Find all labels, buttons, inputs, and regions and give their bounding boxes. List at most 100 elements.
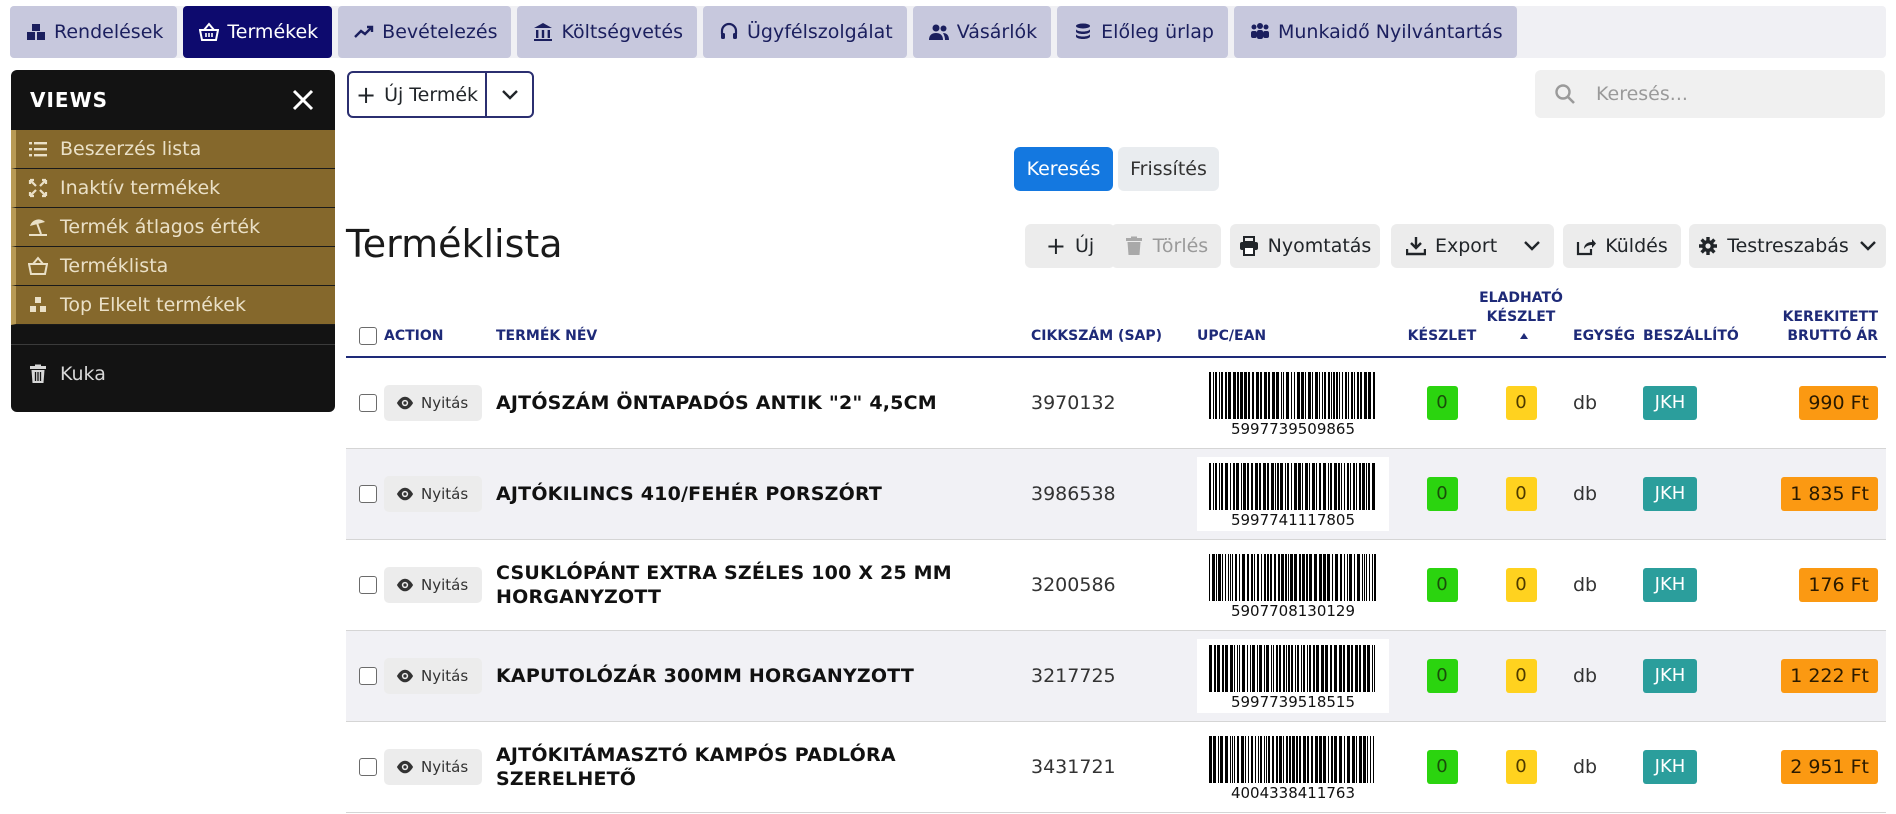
table-row[interactable]: Nyitás KAPUTOLÓZÁR 300MM HORGANYZOTT 321…	[346, 630, 1886, 722]
column-header-name[interactable]: TERMÉK NÉV	[496, 280, 1031, 358]
barcode-bar	[1209, 735, 1212, 783]
product-name: CSUKLÓPÁNT EXTRA SZÉLES 100 X 25 MM HORG…	[496, 539, 1031, 631]
row-checkbox[interactable]	[359, 667, 377, 685]
row-checkbox[interactable]	[359, 485, 377, 503]
row-checkbox[interactable]	[359, 576, 377, 594]
barcode-bar	[1319, 553, 1322, 601]
open-button[interactable]: Nyitás	[384, 475, 483, 512]
barcode-bar	[1355, 644, 1358, 692]
barcode-bar	[1259, 644, 1262, 692]
sidebar-item-termek-atlagos-ertek[interactable]: Termék átlagos érték	[11, 208, 335, 247]
barcode-bar	[1336, 371, 1338, 419]
tab-koltsegvetes[interactable]: Költségvetés	[517, 6, 697, 58]
table-row[interactable]: Nyitás AJTÓKITÁMASZTÓ KAMPÓS PADLÓRA SZE…	[346, 721, 1886, 813]
eye-icon	[396, 396, 414, 410]
close-icon[interactable]	[291, 88, 315, 112]
open-button[interactable]: Nyitás	[384, 384, 483, 421]
table-row[interactable]: Nyitás CSUKLÓPÁNT EXTRA SZÉLES 100 X 25 …	[346, 539, 1886, 631]
row-checkbox[interactable]	[359, 758, 377, 776]
barcode-bar	[1228, 553, 1229, 601]
stock-badge: 0	[1426, 476, 1458, 511]
open-label: Nyitás	[421, 666, 469, 685]
barcode-bar	[1255, 735, 1256, 783]
unit-cell: db	[1563, 357, 1635, 449]
column-header-action[interactable]: ACTION	[384, 280, 496, 358]
column-header-unit[interactable]: EGYSÉG	[1563, 280, 1635, 358]
barcode-bar	[1370, 735, 1371, 783]
sidebar-item-top-elkelt-termekek[interactable]: Top Elkelt termékek	[11, 286, 335, 325]
row-checkbox[interactable]	[359, 394, 377, 413]
open-button[interactable]: Nyitás	[384, 566, 483, 603]
tab-vasarlok[interactable]: Vásárlók	[912, 6, 1052, 58]
barcode-bar	[1339, 735, 1342, 783]
column-header-stock[interactable]: KÉSZLET	[1405, 280, 1479, 358]
column-header-upc[interactable]: UPC/EAN	[1197, 280, 1405, 358]
sidebar-item-beszerzes-lista[interactable]: Beszerzés lista	[11, 130, 335, 169]
refresh-button[interactable]: Frissítés	[1118, 147, 1219, 191]
delete-button[interactable]: Törlés	[1111, 224, 1221, 268]
select-all-checkbox[interactable]	[359, 327, 377, 345]
tab-munkaido-nyilvantartas[interactable]: Munkaidő Nyilvántartás	[1233, 6, 1517, 58]
tab-ugyfelszolgalat[interactable]: Ügyfélszolgálat	[702, 6, 907, 58]
open-button[interactable]: Nyitás	[384, 657, 483, 694]
barcode-bar	[1247, 462, 1249, 510]
eye-icon	[396, 578, 414, 591]
search-box	[1535, 70, 1885, 118]
column-header-sellable-stock[interactable]: ELADHATÓ KÉSZLET	[1479, 280, 1563, 358]
barcode-bar	[1294, 371, 1295, 419]
barcode-bar	[1233, 462, 1235, 510]
tab-eloleg-urlap[interactable]: Előleg ürlap	[1057, 6, 1228, 58]
column-header-supplier[interactable]: BESZÁLLÍTÓ	[1635, 280, 1757, 358]
search-input[interactable]	[1596, 83, 1856, 105]
product-ean-cell: 5997739509865	[1197, 357, 1405, 449]
barcode-bar	[1332, 553, 1333, 601]
sidebar-item-termeklista[interactable]: Terméklista	[11, 247, 335, 286]
column-header-sap[interactable]: CIKKSZÁM (SAP)	[1031, 280, 1197, 358]
column-header-price[interactable]: KEREKITETT BRUTTÓ ÁR	[1757, 280, 1886, 358]
barcode-bar	[1215, 371, 1217, 419]
barcode-bar	[1322, 371, 1323, 419]
print-button[interactable]: Nyomtatás	[1230, 224, 1380, 268]
column-header-line: BRUTTÓ ÁR	[1787, 328, 1878, 344]
send-button[interactable]: Küldés	[1563, 224, 1681, 268]
barcode-bar	[1286, 644, 1287, 692]
barcode-bar	[1366, 462, 1367, 510]
table-row[interactable]: Nyitás AJTÓKILINCS 410/FEHÉR PORSZÓRT 39…	[346, 448, 1886, 540]
barcode-bar	[1248, 371, 1250, 419]
barcode-bar	[1283, 735, 1284, 783]
customize-button[interactable]: Testreszabás	[1689, 224, 1886, 268]
barcode-bar	[1302, 553, 1305, 601]
sidebar-item-kuka[interactable]: Kuka	[11, 345, 335, 403]
barcode-bar	[1301, 371, 1304, 419]
barcode-bar	[1311, 735, 1313, 783]
barcode-bar	[1281, 553, 1284, 601]
tab-rendelesek[interactable]: Rendelések	[10, 6, 178, 58]
barcode-bar	[1264, 735, 1265, 783]
barcode-bar	[1250, 644, 1251, 692]
barcode-bar	[1362, 553, 1363, 601]
barcode-bar	[1230, 735, 1231, 783]
sidebar-item-inaktiv-termekek[interactable]: Inaktív termékek	[11, 169, 335, 208]
search-button[interactable]: Keresés	[1014, 147, 1113, 191]
barcode-bar	[1313, 644, 1315, 692]
sellable-cell: 0	[1479, 539, 1563, 631]
barcode-bar	[1255, 462, 1258, 510]
barcode-graphic	[1209, 371, 1375, 419]
barcode-bar	[1303, 735, 1306, 783]
export-button[interactable]: Export	[1391, 224, 1554, 268]
barcode-bar	[1340, 553, 1342, 601]
product-sap: 3986538	[1031, 448, 1197, 540]
table-row[interactable]: Nyitás AJTÓSZÁM ÖNTAPADÓS ANTIK "2" 4,5C…	[346, 357, 1886, 449]
barcode-number: 5997741117805	[1230, 510, 1356, 529]
new-product-dropdown-toggle[interactable]	[487, 73, 532, 116]
supplier-badge: JKH	[1643, 567, 1697, 602]
new-button[interactable]: + Új	[1025, 224, 1115, 268]
tab-termekek[interactable]: Termékek	[183, 6, 333, 58]
chevron-down-icon	[1859, 241, 1876, 251]
tab-bevetelezes[interactable]: Bevételezés	[338, 6, 512, 58]
open-button[interactable]: Nyitás	[384, 748, 483, 785]
new-product-button[interactable]: + Új Termék	[349, 73, 487, 116]
stock-cell: 0	[1405, 357, 1479, 449]
barcode-bar	[1290, 553, 1293, 601]
stock-badge: 0	[1426, 749, 1458, 784]
